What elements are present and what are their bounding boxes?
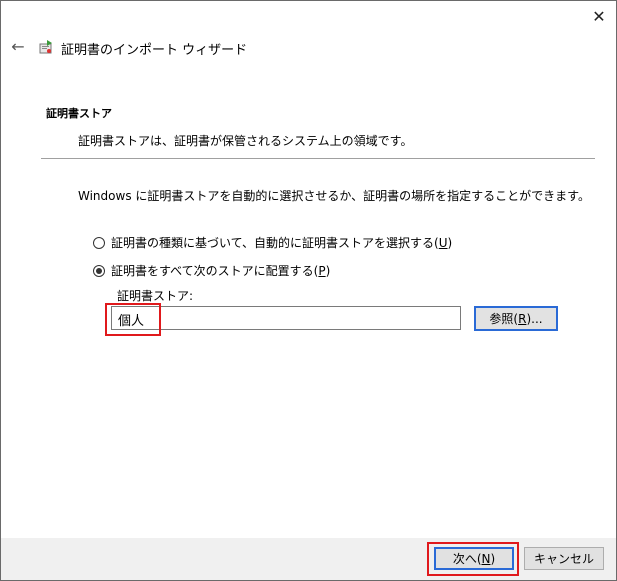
radio-button-auto[interactable]: [93, 236, 105, 249]
radio-auto-select[interactable]: 証明書の種類に基づいて、自動的に証明書ストアを選択する(U): [93, 234, 452, 251]
close-icon: ✕: [592, 6, 606, 26]
cancel-button[interactable]: キャンセル: [524, 547, 604, 570]
back-arrow-icon: ←: [11, 37, 25, 56]
certificate-store-label: 証明書ストア:: [117, 289, 194, 303]
radio-place-label: 証明書をすべて次のストアに配置する(P): [111, 264, 331, 278]
radio-auto-label: 証明書の種類に基づいて、自動的に証明書ストアを選択する(U): [111, 236, 453, 250]
next-button[interactable]: 次へ(N): [434, 547, 514, 570]
radio-button-place[interactable]: [93, 264, 105, 277]
certificate-store-field[interactable]: 個人: [111, 306, 461, 330]
radio-place-in-store[interactable]: 証明書をすべて次のストアに配置する(P): [93, 262, 330, 279]
back-button[interactable]: ←: [9, 38, 27, 56]
wizard-title: 証明書のインポート ウィザード: [61, 43, 248, 58]
certificate-wizard-icon: [39, 40, 52, 54]
import-wizard-window: ✕ ← 証明書のインポート ウィザード 証明書ストア 証明書ストアは、証明書が保…: [0, 0, 617, 581]
close-button[interactable]: ✕: [588, 5, 610, 27]
browse-button[interactable]: 参照(R)...: [474, 306, 558, 331]
intro-text: Windows に証明書ストアを自動的に選択させるか、証明書の場所を指定すること…: [78, 189, 590, 203]
section-description: 証明書ストアは、証明書が保管されるシステム上の領域です。: [78, 134, 413, 148]
section-title: 証明書ストア: [46, 107, 112, 120]
header-divider: [41, 158, 595, 159]
